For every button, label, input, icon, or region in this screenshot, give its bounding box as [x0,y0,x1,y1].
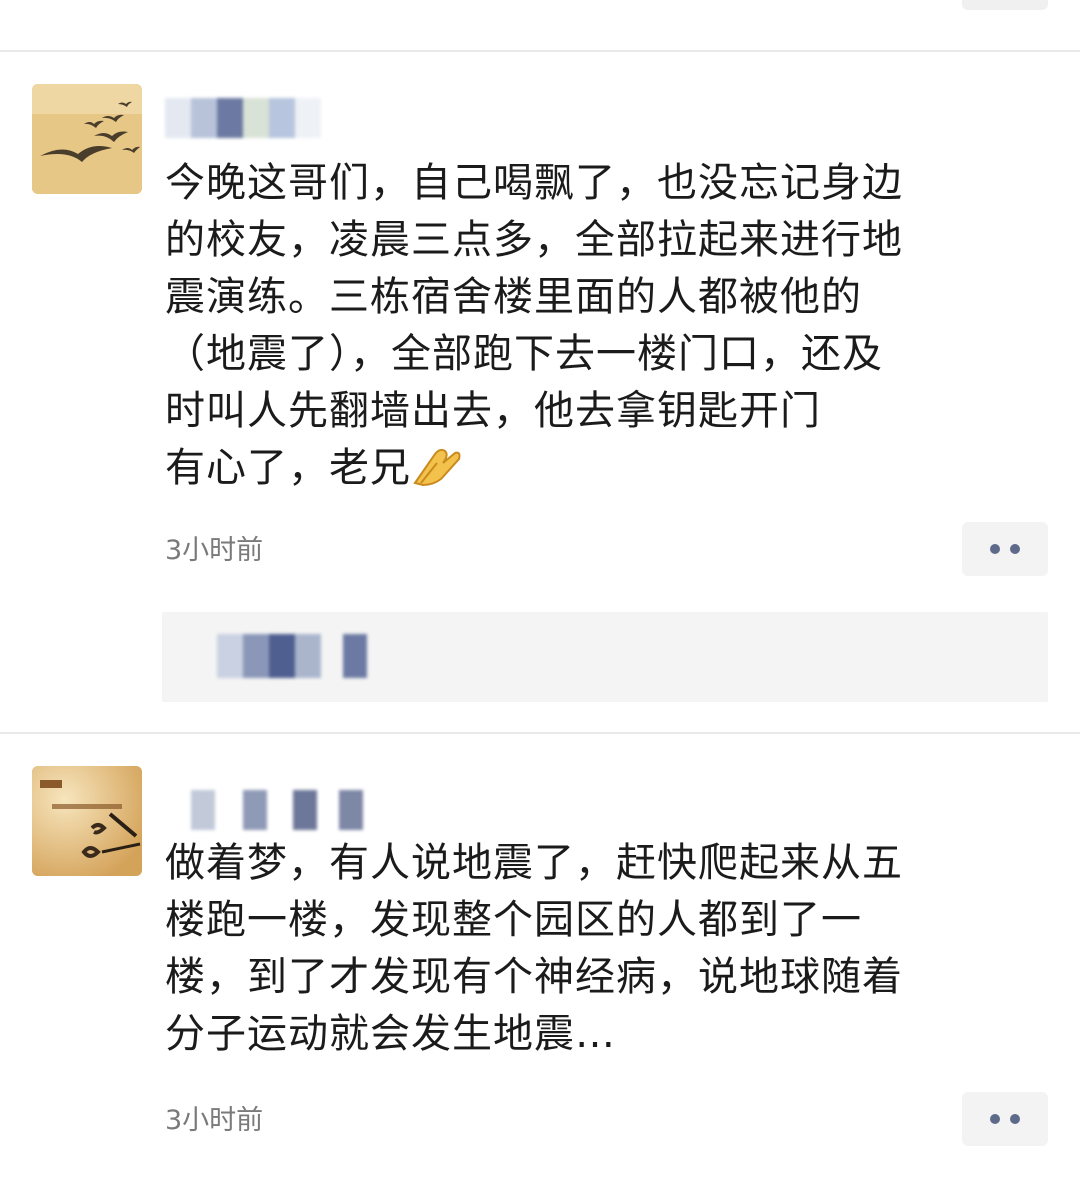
more-actions-button[interactable] [962,1092,1048,1146]
birds-flying-avatar-icon [32,84,142,194]
previous-post-bottom [0,0,1080,52]
dot-icon [1010,544,1020,554]
post-line: 震演练。三栋宿舍楼里面的人都被他的 [165,274,862,320]
post-line: 做着梦，有人说地震了，赶快爬起来从五 [165,840,903,886]
likes-box [162,612,1048,702]
post-text: 今晚这哥们，自己喝飘了，也没忘记身边 的校友，凌晨三点多，全部拉起来进行地 震演练。… [165,155,1005,497]
dot-icon [990,544,1000,554]
pray-hands-icon [413,448,461,487]
post-line: 楼跑一楼，发现整个园区的人都到了一 [165,897,862,943]
post-time: 3小时前 [165,1105,264,1136]
dot-icon [1010,1114,1020,1124]
divider [0,50,1080,52]
divider [0,732,1080,734]
post-text: 做着梦，有人说地震了，赶快爬起来从五 楼跑一楼，发现整个园区的人都到了一 楼，到了才… [165,835,1005,1063]
post-line: 分子运动就会发生地震… [165,1011,616,1057]
post-line: 时叫人先翻墙出去，他去拿钥匙开门 [165,388,821,434]
username-blurred[interactable] [165,98,321,138]
avatar[interactable] [32,84,142,194]
post-line: 楼，到了才发现有个神经病，说地球随着 [165,954,903,1000]
username-blurred[interactable] [165,790,363,830]
post-line: 今晚这哥们，自己喝飘了，也没忘记身边 [165,160,903,206]
post-line: （地震了），全部跑下去一楼门口，还及 [165,331,883,377]
like-names-blurred[interactable] [217,634,367,678]
post-line: 有心了，老兄 [165,445,411,491]
more-actions-button[interactable] [962,522,1048,576]
dot-icon [990,1114,1000,1124]
previous-more-button[interactable] [962,0,1048,10]
time-clock-avatar-icon [32,766,142,876]
post-line: 的校友，凌晨三点多，全部拉起来进行地 [165,217,903,263]
post-time: 3小时前 [165,535,264,566]
avatar[interactable] [32,766,142,876]
